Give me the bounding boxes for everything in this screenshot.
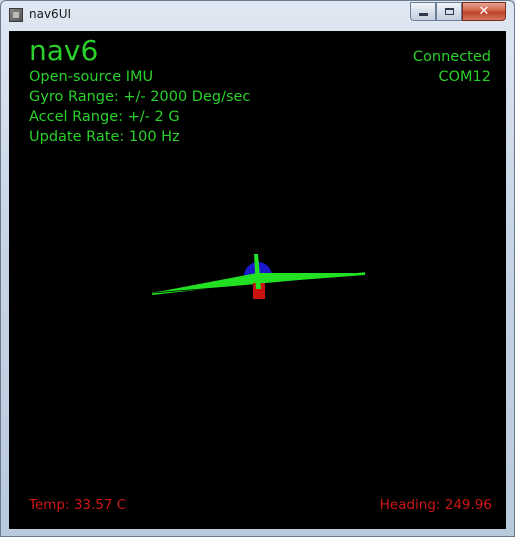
- window-title: nav6UI: [29, 7, 72, 21]
- maximize-button[interactable]: [436, 2, 462, 21]
- imu-display-canvas: nav6 Open-source IMU Gyro Range: +/- 200…: [9, 31, 506, 529]
- aircraft-model-3d: [151, 254, 366, 299]
- close-button[interactable]: ✕: [462, 2, 506, 21]
- maximize-icon: [444, 8, 454, 15]
- close-icon: ✕: [478, 4, 490, 19]
- heading-readout: Heading: 249.96: [379, 497, 492, 513]
- minimize-icon: [418, 13, 428, 16]
- temperature-readout: Temp: 33.57 C: [29, 497, 127, 513]
- app-icon: [9, 8, 23, 22]
- app-window: nav6UI ✕ nav6 Open-source IMU Gyro Range…: [0, 0, 515, 537]
- minimize-button[interactable]: [410, 2, 436, 21]
- caption-buttons: ✕: [410, 2, 506, 21]
- title-bar[interactable]: nav6UI ✕: [1, 1, 514, 29]
